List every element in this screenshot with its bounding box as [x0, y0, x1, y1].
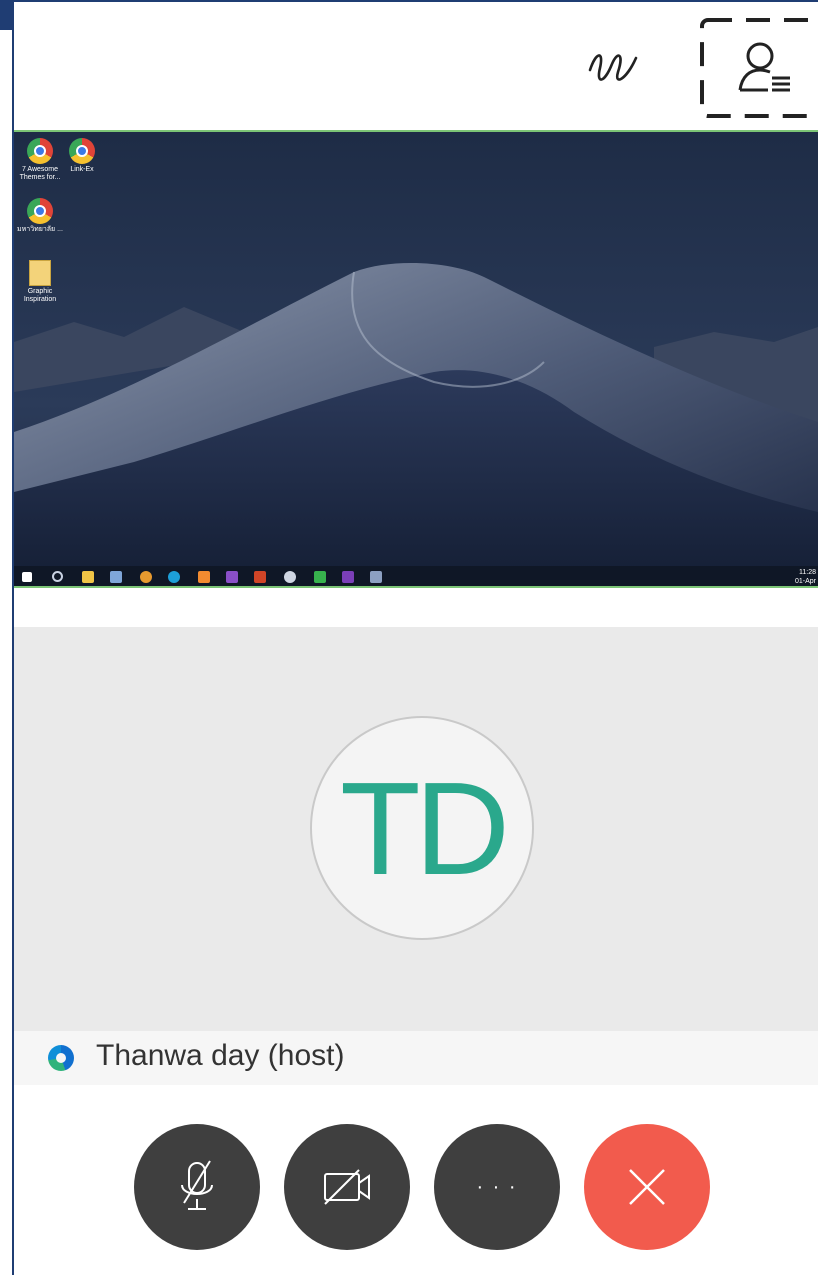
chrome-taskbar-icon[interactable] [140, 571, 152, 583]
shared-screen[interactable]: 7 Awesome Themes for... Link-Ex มหาวิทยา… [14, 130, 818, 588]
avatar-initials: TD [340, 754, 510, 902]
participant-video-tile[interactable]: TD [14, 627, 818, 1031]
more-icon: · · · [476, 1175, 518, 1198]
annotate-icon [588, 54, 638, 81]
taskbar: 11:28 01-Apr [14, 566, 818, 586]
app-icon[interactable] [284, 571, 296, 583]
webex-icon [48, 1045, 74, 1071]
edge-icon[interactable] [168, 571, 180, 583]
folder-icon [29, 260, 51, 286]
clock-time: 11:28 [799, 569, 816, 576]
desktop-icon[interactable]: Link-Ex [58, 138, 106, 174]
chrome-icon [69, 138, 95, 164]
participant-name-bar: Thanwa day (host) [14, 1031, 818, 1085]
more-options-button[interactable]: · · · [434, 1124, 560, 1250]
desktop-icon-label: 7 Awesome Themes for... [19, 166, 61, 181]
participants-button[interactable] [700, 18, 818, 118]
app-icon[interactable] [342, 571, 354, 583]
app-icon[interactable] [198, 571, 210, 583]
mute-button[interactable] [134, 1124, 260, 1250]
file-explorer-icon[interactable] [82, 571, 94, 583]
search-icon[interactable] [52, 571, 63, 582]
chrome-icon [27, 198, 53, 224]
video-off-icon [324, 1169, 370, 1205]
app-icon[interactable] [226, 571, 238, 583]
close-icon [629, 1169, 665, 1205]
line-icon[interactable] [314, 571, 326, 583]
desktop-icon[interactable]: มหาวิทยาลัย ... [16, 198, 64, 234]
mic-muted-icon [181, 1160, 213, 1210]
desktop-icon-label: มหาวิทยาลัย ... [17, 226, 63, 233]
chrome-icon [27, 138, 53, 164]
desktop-icon[interactable]: Graphic Inspiration [16, 260, 64, 304]
annotate-button[interactable] [582, 40, 648, 96]
participant-name: Thanwa day (host) [96, 1039, 345, 1072]
app-icon[interactable] [110, 571, 122, 583]
participants-icon [738, 42, 790, 92]
start-icon[interactable] [22, 572, 32, 582]
top-bar [14, 2, 818, 130]
taskbar-clock[interactable]: 11:28 01-Apr [795, 568, 816, 586]
video-button[interactable] [284, 1124, 410, 1250]
avatar: TD [310, 716, 534, 940]
app-icon[interactable] [370, 571, 382, 583]
desktop-icon-label: Link-Ex [70, 166, 94, 173]
desktop-icon[interactable]: 7 Awesome Themes for... [16, 138, 64, 182]
powerpoint-icon[interactable] [254, 571, 266, 583]
desktop-wallpaper [14, 132, 818, 586]
desktop-icon-label: Graphic Inspiration [23, 288, 57, 303]
clock-date: 01-Apr [794, 578, 816, 585]
end-call-button[interactable] [584, 1124, 710, 1250]
